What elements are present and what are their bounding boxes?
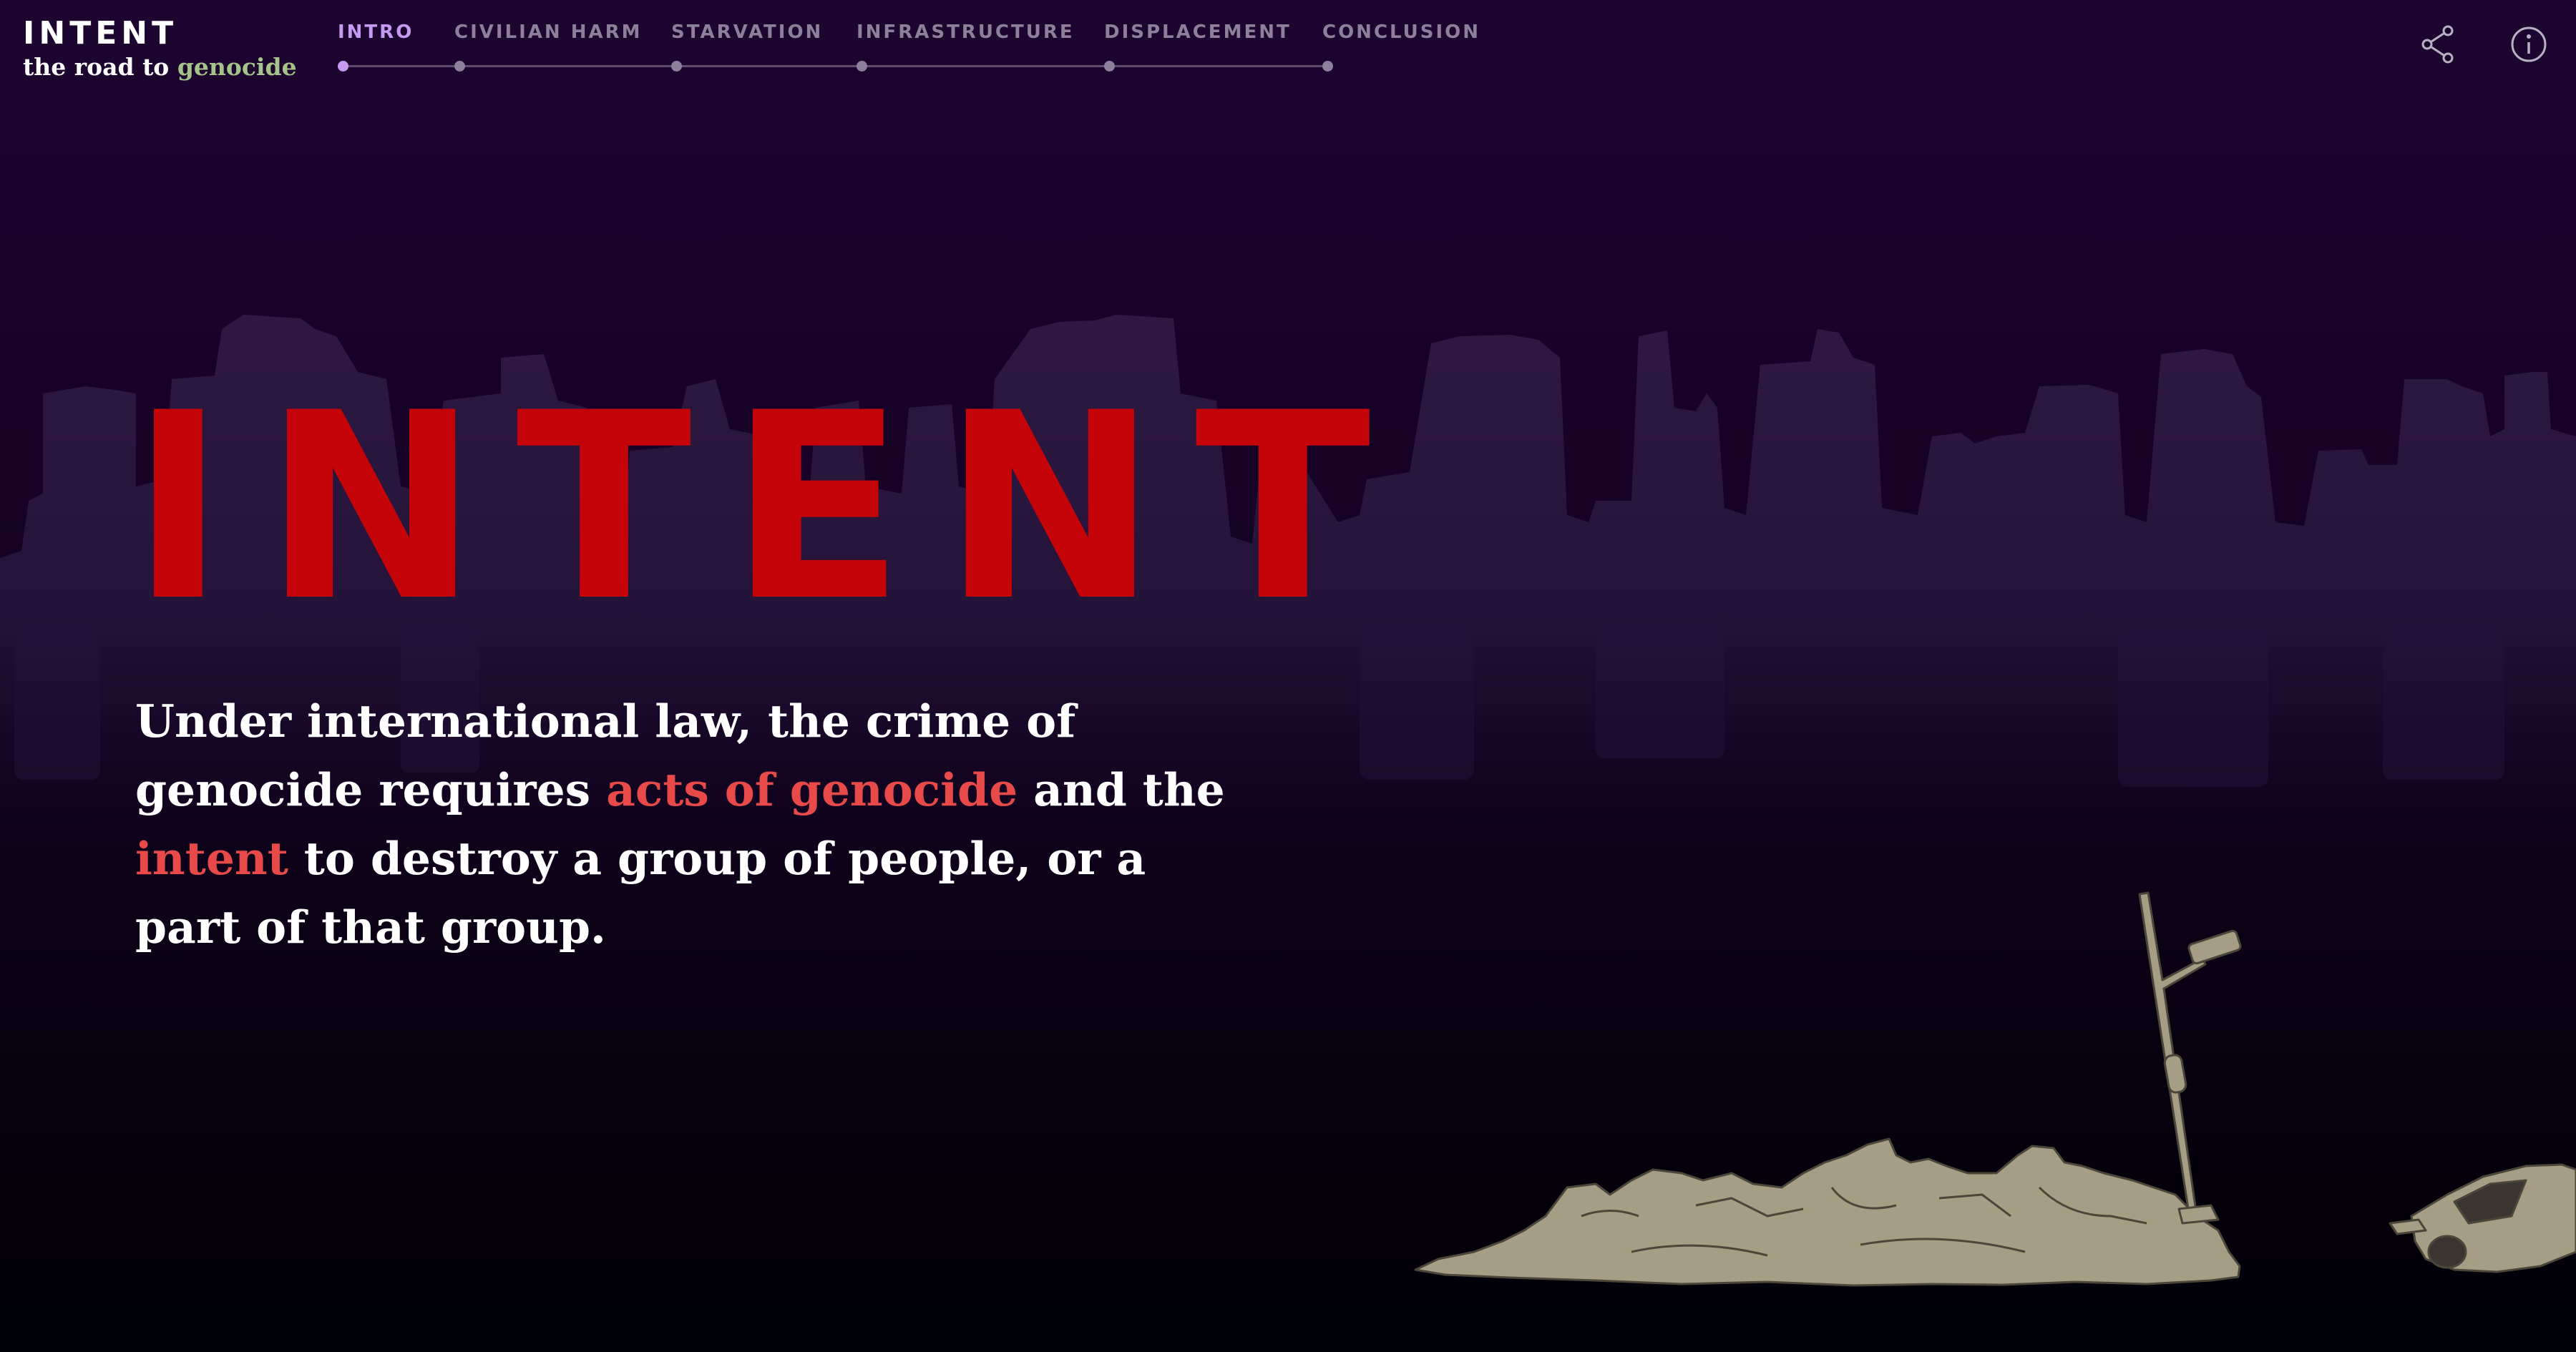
nav-item-infrastructure[interactable]: INFRASTRUCTURE <box>857 21 1075 43</box>
nav-dot-conclusion[interactable] <box>1322 61 1333 72</box>
nav-dot-civilian-harm[interactable] <box>454 61 465 72</box>
hero-title: INTENT <box>130 358 1408 657</box>
chapter-nav: INTRO CIVILIAN HARM STARVATION INFRASTRU… <box>0 0 1503 79</box>
highlight-intent: intent <box>135 832 288 885</box>
nav-item-intro[interactable]: INTRO <box>338 21 414 43</box>
nav-dot-displacement[interactable] <box>1104 61 1115 72</box>
nav-item-displacement[interactable]: DISPLACEMENT <box>1104 21 1292 43</box>
info-icon <box>2511 26 2547 62</box>
info-button[interactable] <box>2506 21 2552 67</box>
hero-text-part2: and the <box>1018 763 1225 816</box>
nav-dot-intro[interactable] <box>338 61 348 72</box>
highlight-acts-of-genocide: acts of genocide <box>606 763 1018 816</box>
wrecked-car <box>2389 1163 2576 1273</box>
nav-progress-line <box>342 65 1330 67</box>
rubble-pile <box>1414 1137 2241 1287</box>
share-icon <box>2421 25 2454 64</box>
street-lamp <box>2138 891 2242 1225</box>
nav-item-civilian-harm[interactable]: CIVILIAN HARM <box>454 21 643 43</box>
rubble-illustration <box>1414 891 2576 1287</box>
hero-intro-text: Under international law, the crime of ge… <box>135 687 1266 961</box>
nav-item-conclusion[interactable]: CONCLUSION <box>1322 21 1480 43</box>
nav-item-starvation[interactable]: STARVATION <box>671 21 823 43</box>
nav-dot-starvation[interactable] <box>671 61 682 72</box>
nav-dot-infrastructure[interactable] <box>857 61 867 72</box>
share-button[interactable] <box>2415 21 2461 67</box>
